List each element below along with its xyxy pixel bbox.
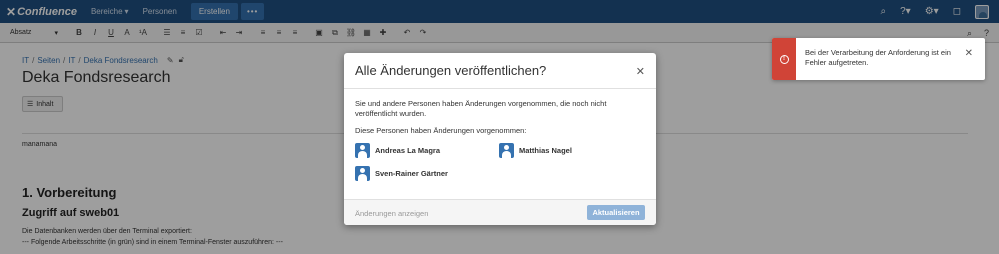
people-list: Andreas La Magra Matthias Nagel Sven-Rai… <box>355 143 645 201</box>
error-message: Bei der Verarbeitung der Anforderung ist… <box>805 48 951 67</box>
person-item[interactable]: Matthias Nagel <box>499 143 572 158</box>
user-avatar-icon <box>355 143 370 158</box>
dialog-body: Sie und andere Personen haben Änderungen… <box>344 89 656 201</box>
show-changes-link[interactable]: Änderungen anzeigen <box>355 209 428 218</box>
error-icon: ! <box>779 54 789 64</box>
publish-dialog: Alle Änderungen veröffentlichen? ✕ Sie u… <box>344 53 656 225</box>
people-heading: Diese Personen haben Änderungen vorgenom… <box>355 126 527 135</box>
user-avatar-icon <box>499 143 514 158</box>
dialog-description: Sie und andere Personen haben Änderungen… <box>355 99 607 118</box>
error-flag-bar: ! <box>772 38 796 80</box>
dialog-header: Alle Änderungen veröffentlichen? ✕ <box>344 53 656 89</box>
user-avatar-icon <box>355 166 370 181</box>
close-icon[interactable]: ✕ <box>965 48 973 59</box>
person-item[interactable]: Andreas La Magra <box>355 143 440 158</box>
person-item[interactable]: Sven-Rainer Gärtner <box>355 166 448 181</box>
dialog-title: Alle Änderungen veröffentlichen? <box>355 63 547 78</box>
update-button[interactable]: Aktualisieren <box>587 205 645 220</box>
dialog-footer: Änderungen anzeigen Aktualisieren <box>344 199 656 225</box>
close-icon[interactable]: ✕ <box>636 65 645 78</box>
error-flag: ! Bei der Verarbeitung der Anforderung i… <box>772 38 985 80</box>
